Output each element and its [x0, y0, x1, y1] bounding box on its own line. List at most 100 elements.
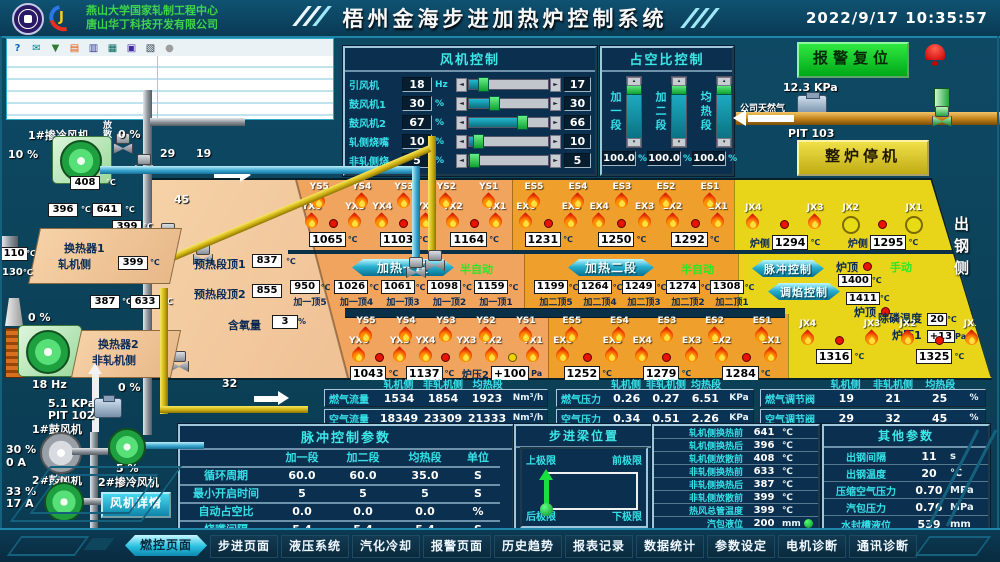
duty-slider[interactable]: ▴▾ [716, 76, 732, 148]
fan-slider[interactable]: ◄► [456, 97, 561, 110]
fan-slider[interactable]: ◄► [456, 135, 561, 148]
furnace-stop-button[interactable]: 整炉停机 [797, 140, 929, 176]
tab-报警页面[interactable]: 报警页面 [423, 535, 491, 558]
temp-value: 1292 [671, 232, 708, 247]
flame-icon [458, 346, 474, 365]
duty-slider[interactable]: ▴▾ [671, 76, 687, 148]
slider-right-arrow[interactable]: ► [550, 116, 561, 130]
export-icon[interactable]: ▧ [144, 42, 157, 55]
slider-right-arrow[interactable]: ► [550, 154, 561, 168]
pulse-value[interactable]: 5 [394, 486, 456, 504]
fan-setpoint-value[interactable]: 18 [402, 77, 432, 92]
fan-control-row-2: 鼓风机130%◄►30 [349, 94, 591, 113]
furnace-temp: 炉侧1294℃ [750, 235, 820, 250]
pulse-value[interactable]: 0.0 [272, 504, 332, 522]
header-bar: 燕山大学国家轧制工程中心 唐山华丁科技开发有限公司 梧州金海步进加热炉控制系统 … [0, 0, 1000, 38]
folder-icon[interactable]: ▤ [68, 42, 81, 55]
lock-icon[interactable]: ● [163, 42, 176, 55]
tab-步进页面[interactable]: 步进页面 [210, 535, 278, 558]
burner-label: YS5 [356, 316, 375, 326]
heating2-zone-button[interactable]: 加热二段 [568, 259, 654, 276]
flame-adjust-button[interactable]: 调焰控制 [768, 283, 840, 300]
gas-control-valve-icon[interactable] [931, 106, 951, 127]
slider-thumb[interactable] [489, 96, 500, 111]
slider-left-arrow[interactable]: ◄ [456, 116, 467, 130]
slider-up-arrow[interactable]: ▴ [627, 77, 641, 86]
alarm-list[interactable] [7, 56, 333, 119]
duty-value-box[interactable]: 100.0 [692, 151, 726, 166]
slider-right-arrow[interactable]: ► [550, 135, 561, 149]
tab-燃控页面[interactable]: 燃控页面 [125, 535, 207, 556]
tab-液压系统[interactable]: 液压系统 [281, 535, 349, 558]
slider-track[interactable] [468, 98, 549, 109]
flame-icon [637, 212, 653, 231]
pulse-value[interactable]: 60.0 [272, 468, 332, 486]
alarm-reset-button[interactable]: 报警复位 [797, 42, 909, 78]
tab-电机诊断[interactable]: 电机诊断 [778, 535, 846, 558]
help-icon[interactable]: ? [11, 42, 24, 55]
pulse-value[interactable]: 5 [272, 486, 332, 504]
report-icon[interactable]: ▦ [106, 42, 119, 55]
pulse-value[interactable]: 60.0 [332, 468, 394, 486]
duty-slider[interactable]: ▴▾ [626, 76, 642, 148]
pulse-value[interactable]: 0.0 [394, 504, 456, 522]
slider-right-arrow[interactable]: ► [550, 97, 561, 111]
chart-icon[interactable]: ▥ [87, 42, 100, 55]
temp-value: 1308 [710, 280, 744, 294]
unit-label: % [298, 317, 306, 326]
pulse-value[interactable]: 5 [332, 486, 394, 504]
duty-value-box[interactable]: 100.0 [602, 151, 636, 166]
window-icon[interactable]: ▣ [125, 42, 138, 55]
beam-diagram: 上极限 前极限 后极限 下极限 [520, 447, 648, 528]
pipe-valve-icon[interactable] [405, 257, 425, 278]
send-icon[interactable]: ✉ [30, 42, 43, 55]
slider-track[interactable] [468, 155, 549, 166]
slider-thumb[interactable] [478, 77, 489, 92]
fan-slider[interactable]: ◄► [456, 78, 561, 91]
burner-YS1: YS1 [479, 182, 498, 211]
tab-参数设定[interactable]: 参数设定 [707, 535, 775, 558]
slider-track[interactable] [468, 79, 549, 90]
slider-down-arrow[interactable]: ▾ [717, 138, 731, 147]
slider-thumb[interactable] [469, 153, 480, 168]
slider-left-arrow[interactable]: ◄ [456, 97, 467, 111]
id-fan-icon[interactable] [26, 330, 70, 374]
pulse-value[interactable]: 0.0 [332, 504, 394, 522]
download-icon[interactable]: ▼ [49, 42, 62, 55]
slider-thumb[interactable] [517, 115, 528, 130]
temp-value: 1065 [309, 232, 346, 247]
row-unit: KPa [725, 413, 753, 423]
tab-数据统计[interactable]: 数据统计 [636, 535, 704, 558]
slider-track[interactable] [468, 136, 549, 147]
tab-通讯诊断[interactable]: 通讯诊断 [849, 535, 917, 558]
duty-value-box[interactable]: 100.0 [647, 151, 681, 166]
row-value: 18349 [377, 412, 421, 425]
temp-unit: ℃ [636, 235, 646, 244]
slider-down-arrow[interactable]: ▾ [672, 138, 686, 147]
fan-slider[interactable]: ◄► [456, 154, 561, 167]
tab-报表记录[interactable]: 报表记录 [565, 535, 633, 558]
slider-thumb[interactable] [473, 134, 484, 149]
slider-up-arrow[interactable]: ▴ [717, 77, 731, 86]
pipe-valve-icon[interactable] [424, 250, 444, 271]
furnace-temp: 1103℃ [380, 232, 428, 247]
valve-value: 32 [222, 377, 237, 390]
fan-setpoint-value[interactable]: 67 [402, 115, 432, 130]
burner-label: YX4 [372, 202, 392, 212]
fan-setpoint-value[interactable]: 30 [402, 96, 432, 111]
row-label: 出钢间隔 [824, 449, 908, 464]
fan-slider[interactable]: ◄► [456, 116, 561, 129]
tab-历史趋势[interactable]: 历史趋势 [494, 535, 562, 558]
tab-汽化冷却[interactable]: 汽化冷却 [352, 535, 420, 558]
slider-left-arrow[interactable]: ◄ [456, 135, 467, 149]
slider-track[interactable] [468, 117, 549, 128]
pulse-control-button[interactable]: 脉冲控制 [752, 260, 824, 277]
slider-up-arrow[interactable]: ▴ [672, 77, 686, 86]
fan2-cold-icon[interactable] [108, 428, 146, 466]
slider-down-arrow[interactable]: ▾ [627, 138, 641, 147]
slider-left-arrow[interactable]: ◄ [456, 154, 467, 168]
pulse-value[interactable]: 35.0 [394, 468, 456, 486]
slider-left-arrow[interactable]: ◄ [456, 78, 467, 92]
slider-right-arrow[interactable]: ► [550, 78, 561, 92]
row-value: 19 [823, 392, 870, 405]
